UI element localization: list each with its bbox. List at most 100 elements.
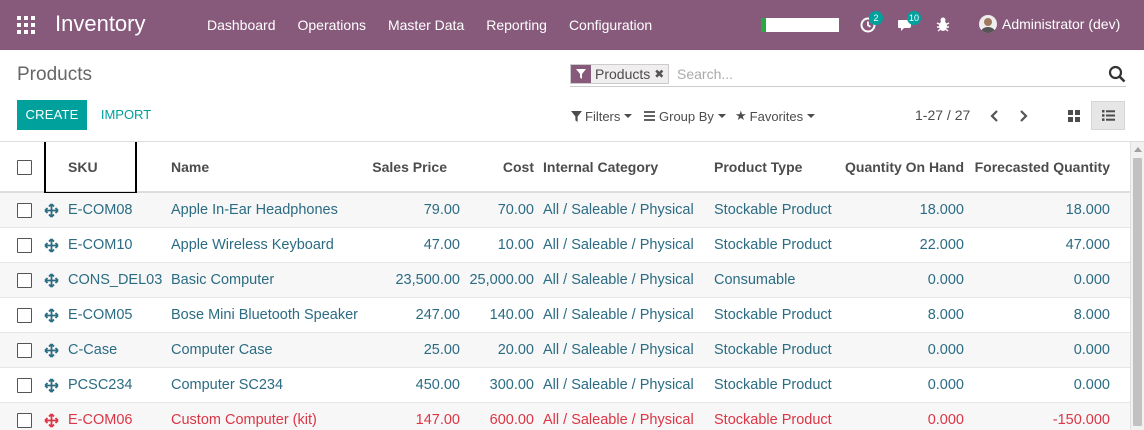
vertical-scrollbar[interactable] — [1130, 142, 1144, 430]
cell-product-type: Stockable Product — [714, 377, 832, 393]
import-button[interactable]: IMPORT — [96, 100, 156, 130]
menu-reporting[interactable]: Reporting — [475, 0, 558, 50]
drag-handle-icon[interactable] — [44, 203, 59, 218]
cell-category: All / Saleable / Physical — [543, 202, 694, 218]
cell-quantity-on-hand: 0.000 — [927, 272, 964, 288]
row-checkbox[interactable] — [17, 308, 32, 323]
table-row[interactable]: E-COM05 Bose Mini Bluetooth Speaker 247.… — [0, 298, 1130, 333]
drag-handle-icon[interactable] — [44, 308, 59, 323]
table-row[interactable]: CONS_DEL03 Basic Computer 23,500.00 25,0… — [0, 263, 1130, 298]
row-checkbox[interactable] — [17, 273, 32, 288]
kanban-view-button[interactable] — [1057, 101, 1091, 130]
cell-name: Apple Wireless Keyboard — [171, 237, 334, 253]
cell-quantity-on-hand: 0.000 — [927, 342, 964, 358]
search-bar: Products ✖ — [570, 63, 1126, 87]
header-sku[interactable]: SKU — [68, 159, 98, 175]
drag-handle-icon[interactable] — [44, 273, 59, 288]
avatar — [979, 15, 997, 33]
header-quantity-on-hand[interactable]: Quantity On Hand — [845, 159, 964, 175]
cell-cost: 600.00 — [489, 412, 534, 428]
apps-menu-icon[interactable] — [17, 16, 35, 34]
header-sales-price[interactable]: Sales Price — [372, 159, 447, 175]
cell-sku: E-COM08 — [68, 202, 133, 218]
cell-category: All / Saleable / Physical — [543, 412, 694, 428]
filter-icon — [571, 110, 582, 122]
cell-sku: E-COM06 — [68, 412, 133, 428]
cell-cost: 25,000.00 — [469, 272, 534, 288]
messages-chat-icon[interactable]: 10 — [897, 11, 922, 35]
cell-quantity-on-hand: 18.000 — [919, 202, 964, 218]
select-all-checkbox[interactable] — [17, 160, 32, 175]
cell-quantity-on-hand: 22.000 — [919, 237, 964, 253]
row-checkbox[interactable] — [17, 378, 32, 393]
search-icon[interactable] — [1108, 65, 1126, 83]
cell-forecasted-quantity: 0.000 — [1073, 377, 1110, 393]
table-row[interactable]: E-COM08 Apple In-Ear Headphones 79.00 70… — [0, 193, 1130, 228]
cell-product-type: Stockable Product — [714, 237, 832, 253]
onboarding-progress-bar[interactable] — [761, 18, 839, 32]
drag-handle-icon[interactable] — [44, 343, 59, 358]
top-navbar: Inventory Dashboard Operations Master Da… — [0, 0, 1144, 50]
search-input[interactable] — [677, 64, 1097, 84]
table-row[interactable]: PCSC234 Computer SC234 450.00 300.00 All… — [0, 368, 1130, 403]
page-title: Products — [17, 64, 92, 85]
drag-handle-icon[interactable] — [44, 238, 59, 253]
row-checkbox[interactable] — [17, 413, 32, 428]
favorites-dropdown[interactable]: ★ Favorites — [735, 107, 816, 125]
cell-name: Apple In-Ear Headphones — [171, 202, 338, 218]
header-product-type[interactable]: Product Type — [714, 159, 802, 175]
table-row[interactable]: E-COM10 Apple Wireless Keyboard 47.00 10… — [0, 228, 1130, 263]
header-internal-category[interactable]: Internal Category — [543, 159, 658, 175]
filter-funnel-icon — [571, 65, 591, 83]
list-view-button[interactable] — [1091, 101, 1125, 130]
table-row[interactable]: E-COM06 Custom Computer (kit) 147.00 600… — [0, 403, 1130, 430]
groupby-dropdown[interactable]: Group By — [644, 107, 726, 125]
row-checkbox[interactable] — [17, 343, 32, 358]
row-checkbox[interactable] — [17, 203, 32, 218]
favorites-label: Favorites — [749, 108, 804, 124]
menu-dashboard[interactable]: Dashboard — [196, 0, 287, 50]
cell-sales-price: 47.00 — [423, 237, 460, 253]
filters-dropdown[interactable]: Filters — [571, 107, 633, 125]
cell-forecasted-quantity: -150.000 — [1052, 412, 1110, 428]
activity-badge: 2 — [869, 11, 883, 25]
header-name[interactable]: Name — [171, 159, 209, 175]
cell-cost: 140.00 — [489, 307, 534, 323]
pager-value[interactable]: 1-27 / 27 — [915, 107, 970, 123]
table-row[interactable]: C-Case Computer Case 25.00 20.00 All / S… — [0, 333, 1130, 368]
app-brand[interactable]: Inventory — [55, 11, 146, 37]
header-forecasted-quantity[interactable]: Forecasted Quantity — [975, 159, 1110, 175]
pager-next-icon[interactable] — [1013, 106, 1033, 126]
cell-quantity-on-hand: 0.000 — [927, 412, 964, 428]
menu-master-data[interactable]: Master Data — [377, 0, 475, 50]
activity-clock-icon[interactable]: 2 — [859, 11, 883, 35]
user-menu[interactable]: Administrator (dev) — [979, 15, 1120, 33]
cell-sku: E-COM10 — [68, 237, 133, 253]
scroll-thumb[interactable] — [1133, 158, 1142, 426]
cell-name: Bose Mini Bluetooth Speaker — [171, 307, 358, 323]
cell-name: Computer Case — [171, 342, 273, 358]
cell-category: All / Saleable / Physical — [543, 342, 694, 358]
cell-name: Custom Computer (kit) — [171, 412, 317, 428]
create-button[interactable]: CREATE — [17, 100, 87, 130]
row-checkbox[interactable] — [17, 238, 32, 253]
drag-handle-icon[interactable] — [44, 413, 59, 428]
cell-forecasted-quantity: 47.000 — [1065, 237, 1110, 253]
drag-handle-icon[interactable] — [44, 378, 59, 393]
debug-bug-icon[interactable] — [935, 15, 955, 35]
facet-remove-icon[interactable]: ✖ — [654, 65, 668, 83]
search-facet: Products ✖ — [570, 64, 670, 84]
cell-category: All / Saleable / Physical — [543, 377, 694, 393]
cell-cost: 300.00 — [489, 377, 534, 393]
scroll-up-arrow-icon[interactable] — [1134, 147, 1142, 152]
cell-sku: PCSC234 — [68, 377, 133, 393]
cell-forecasted-quantity: 0.000 — [1073, 342, 1110, 358]
cell-sales-price: 147.00 — [415, 412, 460, 428]
header-cost[interactable]: Cost — [503, 159, 534, 175]
cell-quantity-on-hand: 8.000 — [927, 307, 964, 323]
pager-previous-icon[interactable] — [985, 106, 1005, 126]
menu-configuration[interactable]: Configuration — [558, 0, 663, 50]
table-header: SKU Name Sales Price Cost Internal Categ… — [0, 142, 1130, 194]
messages-badge: 10 — [907, 11, 922, 25]
menu-operations[interactable]: Operations — [287, 0, 377, 50]
